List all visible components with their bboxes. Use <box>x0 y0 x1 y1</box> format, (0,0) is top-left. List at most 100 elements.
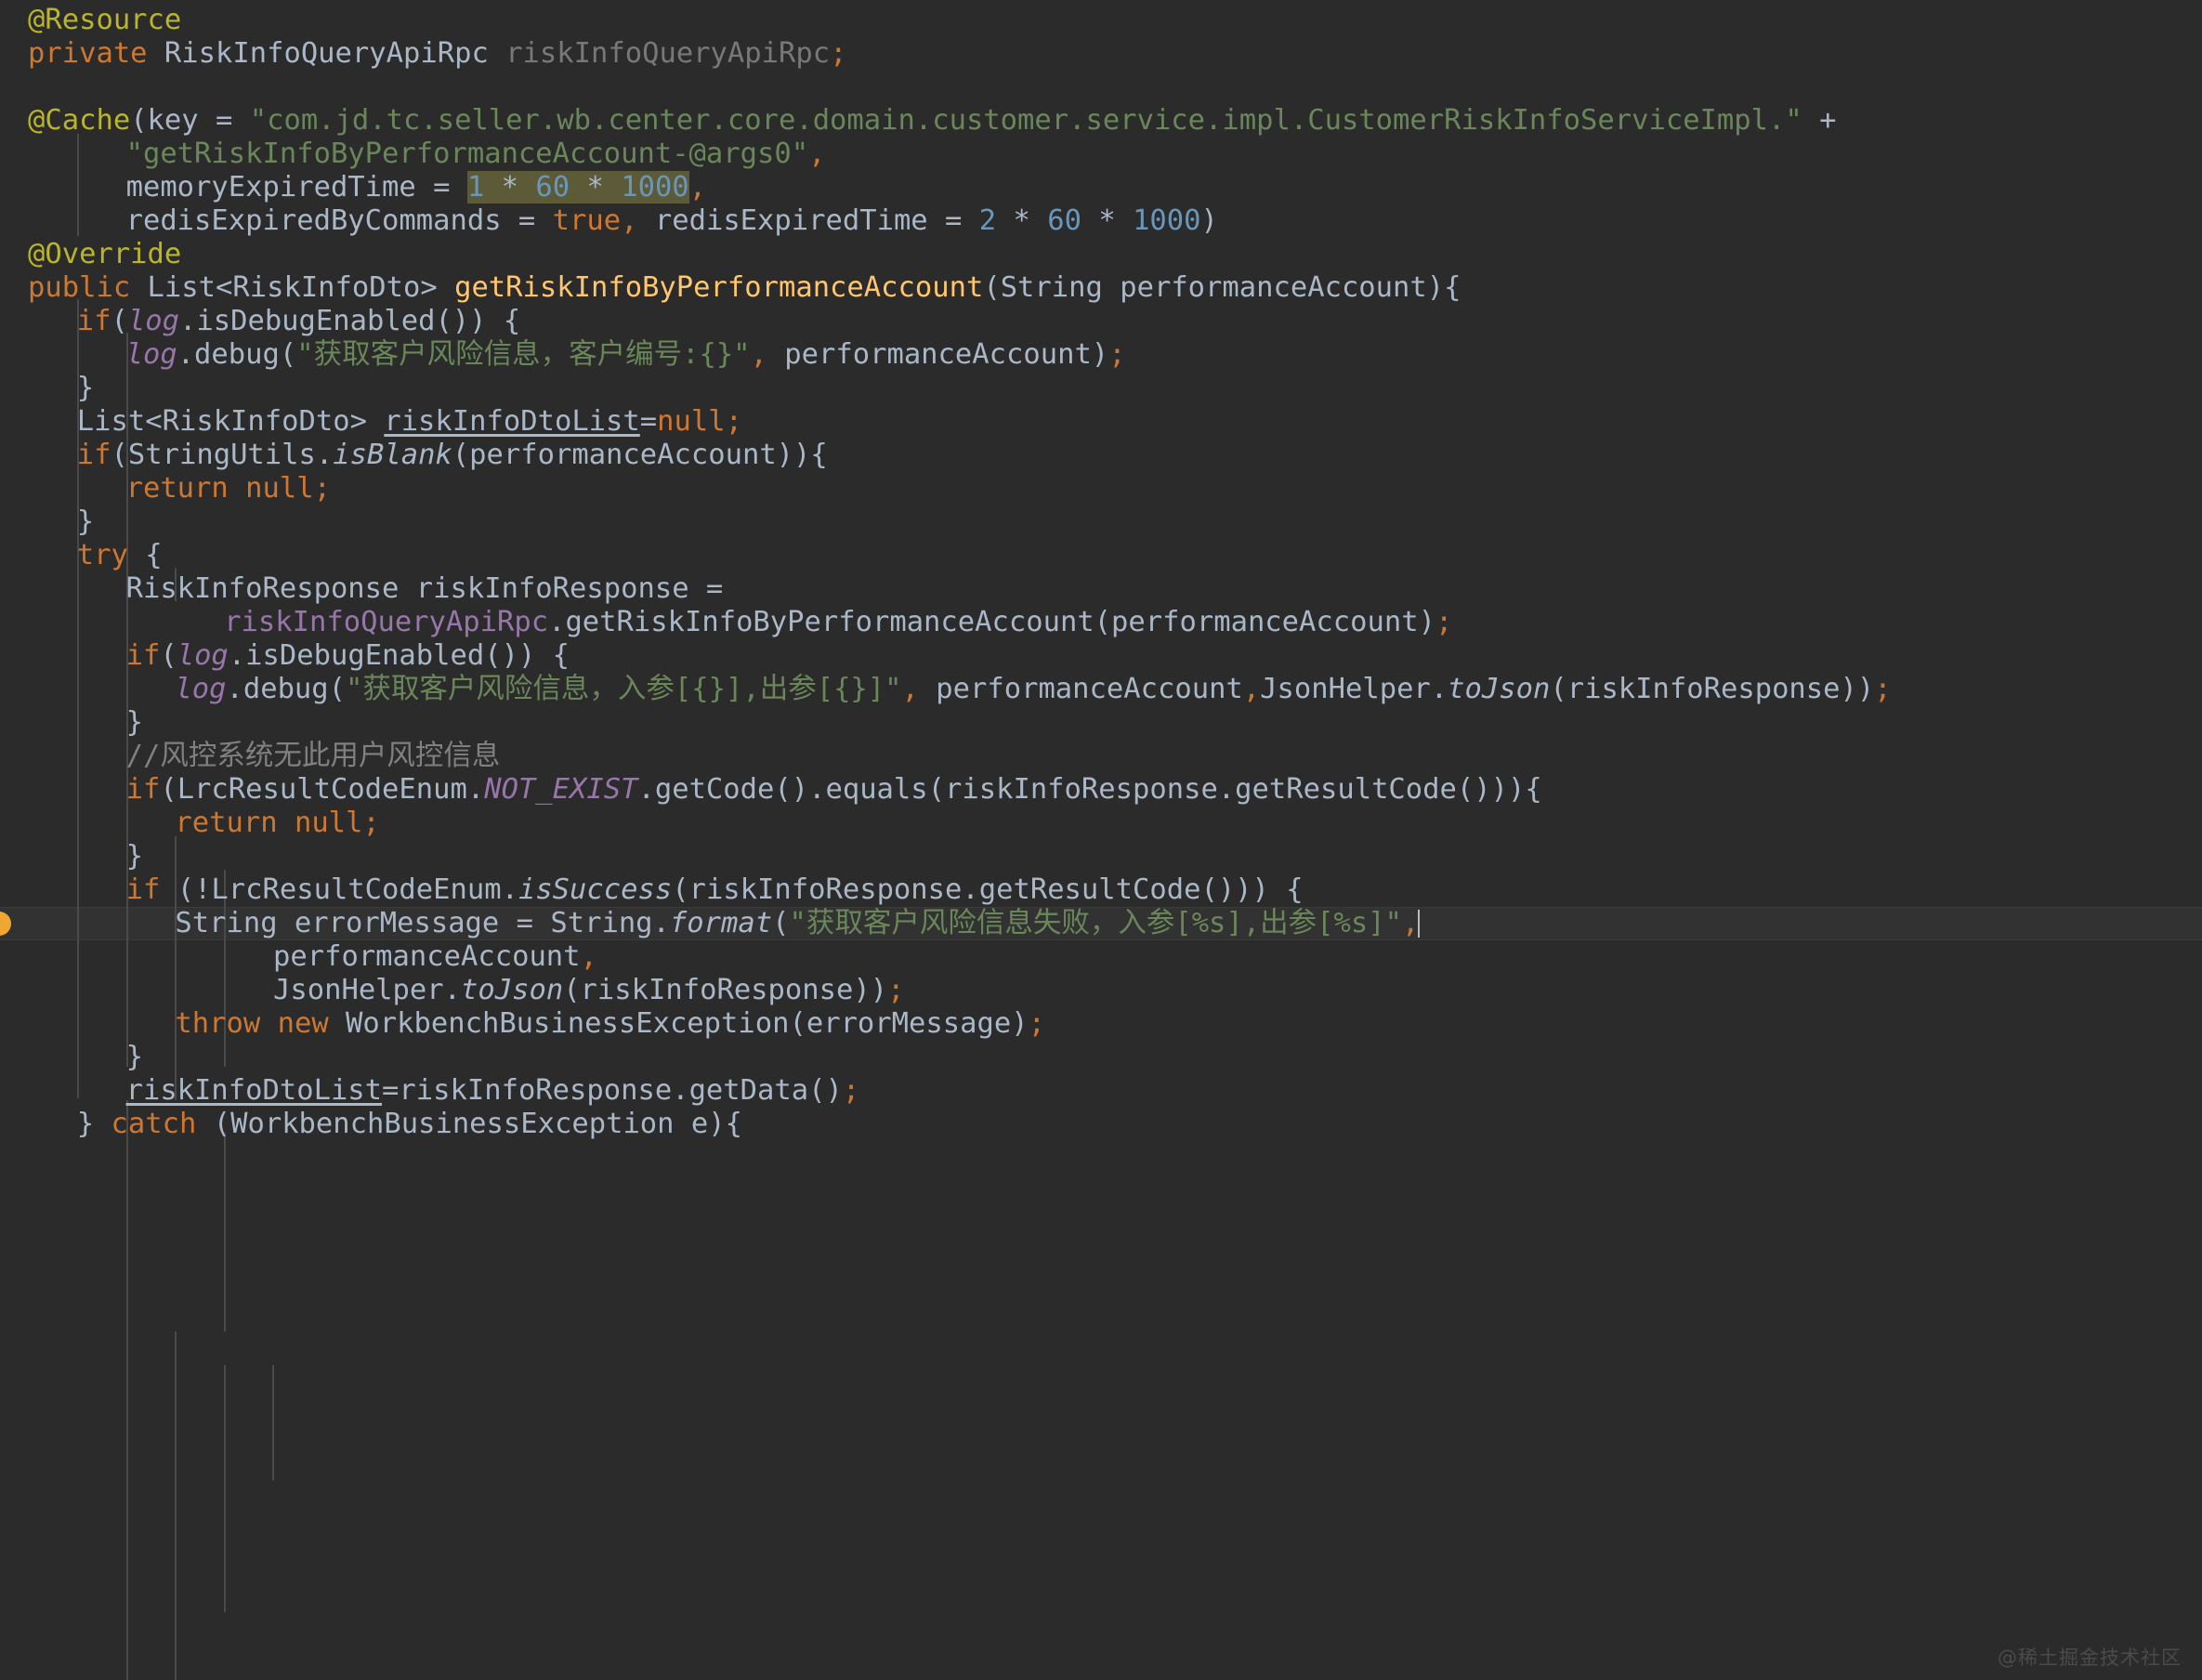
code-token: toJson <box>1448 673 1551 705</box>
code-line[interactable]: RiskInfoResponse riskInfoResponse = <box>0 572 2202 606</box>
code-token: if <box>125 773 161 806</box>
code-token: * <box>1081 204 1134 237</box>
code-line[interactable]: if(LrcResultCodeEnum.NOT_EXIST.getCode()… <box>0 773 2202 807</box>
code-token: (WorkbenchBusinessException e){ <box>196 1108 742 1140</box>
code-line[interactable]: JsonHelper.toJson(riskInfoResponse)); <box>0 974 2202 1007</box>
code-token: + <box>1802 104 1854 137</box>
code-line[interactable]: if(log.isDebugEnabled()) { <box>0 639 2202 673</box>
code-token: @Resource <box>28 4 182 36</box>
code-token: performanceAccount <box>918 673 1243 705</box>
code-token: ( <box>772 907 790 939</box>
code-token: ; <box>1435 606 1453 638</box>
code-line[interactable]: if (!LrcResultCodeEnum.isSuccess(riskInf… <box>0 873 2202 907</box>
code-line[interactable]: return null; <box>0 807 2202 840</box>
code-line[interactable]: } <box>0 706 2202 740</box>
code-token: RiskInfoResponse riskInfoResponse = <box>125 572 724 605</box>
code-token <box>603 171 622 203</box>
code-token: * <box>501 171 518 203</box>
code-token: .isDebugEnabled()) { <box>228 639 570 672</box>
code-token: 60 <box>1047 204 1081 237</box>
code-line[interactable]: performanceAccount, <box>0 940 2202 974</box>
code-token: (StringUtils. <box>111 439 334 471</box>
code-token: @Cache <box>28 104 131 137</box>
code-token: (key = <box>130 104 250 137</box>
code-token: JsonHelper. <box>1260 673 1448 705</box>
code-token: ; <box>362 807 380 839</box>
code-line[interactable]: log.debug("获取客户风险信息，入参[{}],出参[{}]", perf… <box>0 673 2202 706</box>
code-token: if <box>76 439 111 471</box>
code-token: , <box>1401 907 1420 939</box>
code-line[interactable]: "getRiskInfoByPerformanceAccount-@args0"… <box>0 138 2202 171</box>
code-token: ; <box>887 974 905 1006</box>
code-line[interactable]: @Resource <box>0 4 2202 37</box>
code-line[interactable]: } <box>0 505 2202 539</box>
code-token: null <box>294 807 363 839</box>
code-line[interactable]: riskInfoQueryApiRpc.getRiskInfoByPerform… <box>0 606 2202 639</box>
watermark: @稀土掘金技术社区 <box>1998 1647 2182 1669</box>
code-token: * <box>586 171 604 203</box>
code-text[interactable]: @Resource private RiskInfoQueryApiRpc ris… <box>0 4 2202 1141</box>
code-line[interactable]: riskInfoDtoList=riskInfoResponse.getData… <box>0 1074 2202 1108</box>
code-line[interactable]: } <box>0 372 2202 405</box>
code-token: , <box>688 171 707 203</box>
code-token: "获取客户风险信息，入参[{}],出参[{}]" <box>346 673 902 705</box>
code-line[interactable]: try { <box>0 539 2202 572</box>
code-line[interactable]: @Cache(key = "com.jd.tc.seller.wb.center… <box>0 104 2202 138</box>
code-line[interactable]: log.debug("获取客户风险信息，客户编号:{}", performanc… <box>0 338 2202 372</box>
code-token: log <box>127 305 179 337</box>
code-token: "getRiskInfoByPerformanceAccount-@args0" <box>125 138 809 170</box>
code-token: true <box>552 204 622 237</box>
code-token: ; <box>1108 338 1126 371</box>
code-line[interactable]: public List<RiskInfoDto> getRiskInfoByPe… <box>0 271 2202 305</box>
code-token: @Override <box>28 238 182 270</box>
code-token: (riskInfoResponse.getResultCode())) { <box>672 873 1304 906</box>
code-token: isSuccess <box>518 873 673 906</box>
code-token: } <box>125 706 143 739</box>
code-token: List<RiskInfoDto> <box>130 271 455 304</box>
code-line[interactable]: if(log.isDebugEnabled()) { <box>0 305 2202 338</box>
code-token: "com.jd.tc.seller.wb.center.core.domain.… <box>249 104 1802 137</box>
code-line[interactable]: @Override <box>0 238 2202 271</box>
code-token: } <box>125 1041 143 1073</box>
code-token: ( <box>160 639 177 672</box>
code-token: JsonHelper. <box>273 974 461 1006</box>
code-line[interactable]: } <box>0 840 2202 873</box>
code-token: List<RiskInfoDto> <box>76 405 385 438</box>
code-token: (LrcResultCodeEnum. <box>160 773 485 806</box>
code-line[interactable]: //风控系统无此用户风控信息 <box>0 740 2202 773</box>
code-token: public <box>28 271 131 304</box>
code-token: catch <box>111 1108 197 1140</box>
code-token: * <box>996 204 1048 237</box>
code-token: performanceAccount) <box>767 338 1109 371</box>
indent-guide <box>224 1133 226 1332</box>
code-token: if <box>125 873 161 906</box>
code-line[interactable]: String errorMessage = String.format("获取客… <box>0 907 2202 940</box>
code-token: String errorMessage = String. <box>175 907 670 939</box>
code-token: ) <box>1200 204 1218 237</box>
code-line[interactable] <box>0 71 2202 104</box>
code-line[interactable]: throw new WorkbenchBusinessException(err… <box>0 1007 2202 1041</box>
code-token: riskInfoQueryApiRpc <box>224 606 549 638</box>
code-line[interactable]: List<RiskInfoDto> riskInfoDtoList=null; <box>0 405 2202 439</box>
code-line[interactable]: private RiskInfoQueryApiRpc riskInfoQuer… <box>0 37 2202 71</box>
code-token: throw <box>175 1007 261 1040</box>
code-editor[interactable]: @Resource private RiskInfoQueryApiRpc ris… <box>0 0 2202 1680</box>
code-line[interactable]: } catch (WorkbenchBusinessException e){ <box>0 1108 2202 1141</box>
indent-guide <box>126 1100 128 1680</box>
code-token: performanceAccount <box>273 940 581 973</box>
code-line[interactable]: return null; <box>0 472 2202 505</box>
code-token: NOT_EXIST <box>484 773 638 806</box>
code-line[interactable]: } <box>0 1041 2202 1074</box>
code-token: ; <box>725 405 742 438</box>
code-line[interactable]: redisExpiredByCommands = true, redisExpi… <box>0 204 2202 238</box>
code-token: riskInfoDtoList <box>125 1074 383 1107</box>
code-token: log <box>175 673 227 705</box>
code-line[interactable]: if(StringUtils.isBlank(performanceAccoun… <box>0 439 2202 472</box>
code-token: , <box>1242 673 1261 705</box>
indent-guide <box>272 1365 274 1480</box>
code-line[interactable]: memoryExpiredTime = 1 * 60 * 1000, <box>0 171 2202 204</box>
